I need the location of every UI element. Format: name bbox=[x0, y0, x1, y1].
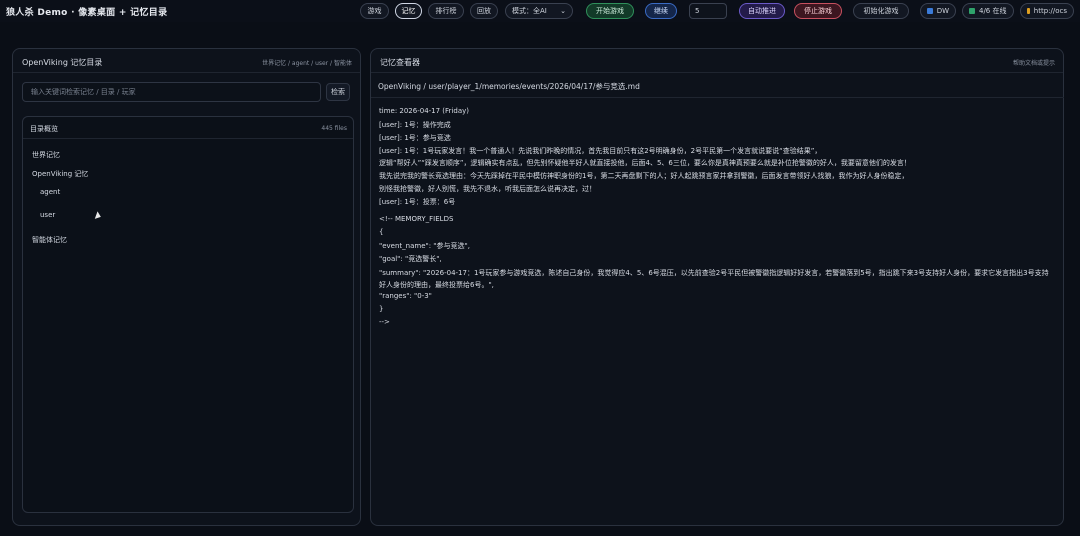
panel-header: OpenViking 记忆目录 世界记忆 / agent / user / 智能… bbox=[13, 49, 360, 73]
continue-button[interactable]: 继续 bbox=[645, 3, 677, 19]
file-count: 445 files bbox=[321, 125, 347, 132]
content-line: [user]: 1号：投票：6号 bbox=[379, 198, 456, 206]
content-line: "ranges": "0-3" bbox=[379, 292, 432, 300]
tab-memory[interactable]: 记忆 bbox=[395, 3, 422, 19]
file-path: OpenViking / user/player_1/memories/even… bbox=[378, 82, 640, 91]
square-icon bbox=[927, 8, 933, 14]
content-line: 逻辑“帮好人”“踩发言顺序”，逻辑确实有点乱，但先别怀疑他半好人就直接投他，后面… bbox=[379, 159, 911, 167]
content-line: } bbox=[379, 305, 384, 313]
panel-title: OpenViking 记忆目录 bbox=[22, 58, 103, 67]
search-button[interactable]: 检索 bbox=[326, 83, 350, 101]
content-line: "summary": "2026-04-17：1号玩家参与游戏竞选，陈述自己身份… bbox=[379, 269, 1049, 289]
step-input[interactable]: 5 bbox=[689, 3, 727, 19]
content-line: [user]: 1号：1号玩家发言！我一个普通人！先说我们昨晚的情况，首先我目前… bbox=[379, 147, 822, 155]
content-line: --> bbox=[379, 318, 390, 326]
memory-content: time: 2026-04-17 (Friday) [user]: 1号：操作完… bbox=[371, 97, 1064, 526]
autoplay-button[interactable]: 自动推进 bbox=[739, 3, 785, 19]
tree-item-world-memory[interactable]: 世界记忆 bbox=[32, 150, 60, 160]
tree-header: 目录概览 445 files bbox=[23, 117, 353, 139]
tree-title: 目录概览 bbox=[30, 125, 58, 133]
status-label: http://ocs bbox=[1033, 7, 1067, 15]
status-label: DW bbox=[936, 7, 949, 15]
mode-select[interactable]: 模式：全AI ⌄ bbox=[505, 3, 573, 19]
init-game-button[interactable]: 初始化游戏 bbox=[853, 3, 909, 19]
tree-item-agent[interactable]: agent bbox=[40, 188, 60, 196]
tab-game[interactable]: 游戏 bbox=[360, 3, 389, 19]
top-bar: 狼人杀 Demo · 像素桌面 + 记忆目录 游戏 记忆 排行榜 回放 模式：全… bbox=[0, 0, 1080, 22]
viewer-hint: 帮助文档或提示 bbox=[1012, 60, 1055, 67]
content-line: { bbox=[379, 228, 384, 236]
tree-item-openviking-memory[interactable]: OpenViking 记忆 bbox=[32, 169, 88, 179]
status-dw: DW bbox=[920, 3, 956, 19]
status-label: 4/6 在线 bbox=[979, 7, 1007, 15]
start-game-button[interactable]: 开始游戏 bbox=[586, 3, 634, 19]
memory-search-input[interactable]: 输入关键词检索记忆 / 目录 / 玩家 bbox=[22, 82, 321, 102]
content-line: [user]: 1号：参与竞选 bbox=[379, 134, 451, 142]
square-icon bbox=[969, 8, 975, 14]
content-line: <!-- MEMORY_FIELDS bbox=[379, 215, 454, 223]
content-line: [user]: 1号：操作完成 bbox=[379, 121, 451, 129]
content-line: "event_name": "参与竞选", bbox=[379, 242, 470, 250]
tree-item-user[interactable]: user bbox=[40, 211, 55, 219]
content-line: "goal": "竞选警长", bbox=[379, 255, 442, 263]
tab-replay[interactable]: 回放 bbox=[470, 3, 498, 19]
mode-select-value: 模式：全AI bbox=[512, 7, 547, 15]
panel-header: 记忆查看器 帮助文档或提示 bbox=[371, 49, 1063, 73]
content-line: time: 2026-04-17 (Friday) bbox=[379, 107, 469, 115]
status-online: 4/6 在线 bbox=[962, 3, 1014, 19]
content-line: 我先说完我的警长竞选理由：今天先踩掉在平民中模仿神职身份的1号，第二天再盘剩下的… bbox=[379, 172, 909, 180]
stop-game-button[interactable]: 停止游戏 bbox=[794, 3, 842, 19]
tab-leaderboard[interactable]: 排行榜 bbox=[428, 3, 464, 19]
app-title: 狼人杀 Demo · 像素桌面 + 记忆目录 bbox=[6, 8, 168, 18]
content-line: 别怪我抢警徽，好人别慌，我先不退水，听我后面怎么说再决定，过！ bbox=[379, 185, 596, 193]
status-server: http://ocs bbox=[1020, 3, 1074, 19]
breadcrumb: 世界记忆 / agent / user / 智能体 bbox=[262, 60, 352, 67]
tree-item-agent-memory[interactable]: 智能体记忆 bbox=[32, 235, 67, 245]
square-icon bbox=[1027, 8, 1030, 14]
panel-title: 记忆查看器 bbox=[380, 58, 420, 67]
chevron-down-icon: ⌄ bbox=[560, 7, 566, 15]
